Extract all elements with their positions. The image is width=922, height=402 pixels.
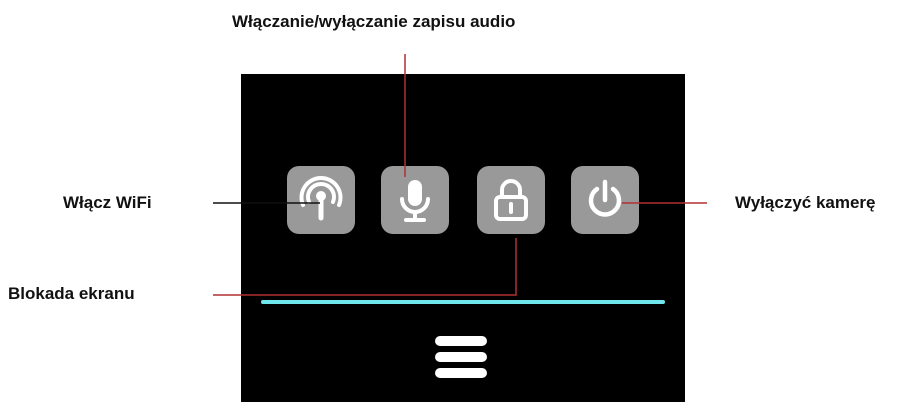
leader-lines bbox=[213, 54, 707, 296]
leader-line-lock bbox=[213, 238, 517, 296]
